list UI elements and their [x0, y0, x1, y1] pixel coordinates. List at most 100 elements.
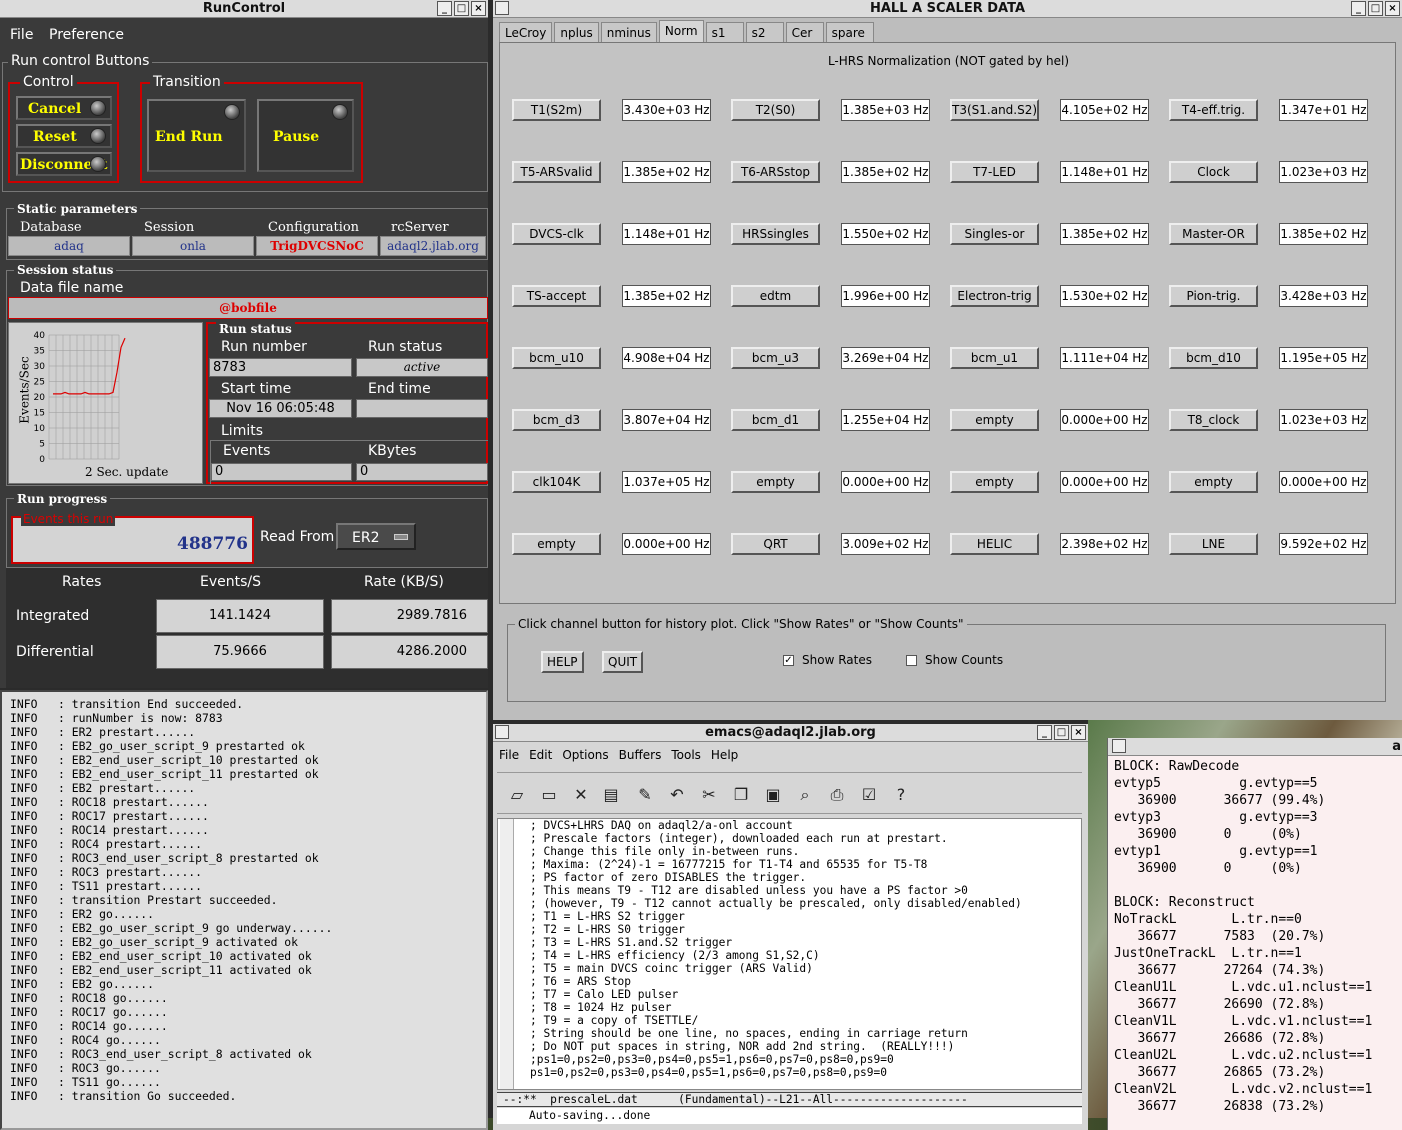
close-button[interactable]: ×	[1071, 725, 1086, 740]
channel-rate-value: 1.037e+05 Hz	[622, 471, 711, 493]
channel-button[interactable]: HRSsingles	[731, 223, 820, 245]
channel-button[interactable]: bcm_d10	[1169, 347, 1258, 369]
channel-button[interactable]: HELIC	[950, 533, 1039, 555]
session-value: onla	[132, 236, 254, 256]
read-from-select[interactable]: ER2	[336, 523, 416, 550]
channel-button[interactable]: bcm_d1	[731, 409, 820, 431]
kbytes-limit-input[interactable]: 0	[356, 463, 488, 481]
maximize-button[interactable]: □	[454, 1, 469, 16]
channel-button[interactable]: T6-ARSstop	[731, 161, 820, 183]
tab-cer[interactable]: Cer	[785, 22, 824, 42]
window-menu-icon[interactable]	[1112, 739, 1126, 753]
channel-button[interactable]: empty	[731, 471, 820, 493]
channel-button[interactable]: TS-accept	[512, 285, 601, 307]
channel-button[interactable]: T5-ARSvalid	[512, 161, 601, 183]
maximize-button[interactable]: □	[1054, 725, 1069, 740]
menu-options[interactable]: Options	[562, 748, 608, 762]
channel-button[interactable]: empty	[950, 409, 1039, 431]
log-pane[interactable]: INFO : transition End succeeded. INFO : r…	[0, 690, 488, 1130]
channel-button[interactable]: T4-eff.trig.	[1169, 99, 1258, 121]
show-rates-checkbox[interactable]: ✓	[783, 655, 794, 666]
log-line: INFO : EB2_go_user_script_9 go underway.…	[10, 921, 333, 935]
channel-rate-value: 3.009e+02 Hz	[841, 533, 930, 555]
open-folder-icon[interactable]: ▭	[539, 785, 559, 805]
disconnect-button[interactable]: Disconnect	[16, 152, 112, 176]
emacs-minibuffer[interactable]: Auto-saving...done	[497, 1108, 1082, 1124]
channel-button[interactable]: bcm_u3	[731, 347, 820, 369]
channel-button[interactable]: Electron-trig	[950, 285, 1039, 307]
help-button[interactable]: HELP	[541, 651, 584, 673]
channel-button[interactable]: QRT	[731, 533, 820, 555]
new-file-icon[interactable]: ▱	[507, 785, 527, 805]
channel-button[interactable]: Master-OR	[1169, 223, 1258, 245]
scaler-titlebar[interactable]: HALL A SCALER DATA _ □ ×	[493, 0, 1402, 18]
menu-tools[interactable]: Tools	[671, 748, 701, 762]
channel-button[interactable]: T7-LED	[950, 161, 1039, 183]
save-as-icon[interactable]: ✎	[635, 785, 655, 805]
search-icon[interactable]: ⌕	[795, 785, 815, 805]
tab-spare[interactable]: spare	[825, 22, 874, 42]
paste-icon[interactable]: ▣	[763, 785, 783, 805]
tab-s1[interactable]: s1	[705, 22, 744, 42]
tab-nminus[interactable]: nminus	[600, 22, 657, 42]
channel-button[interactable]: empty	[950, 471, 1039, 493]
channel-button[interactable]: clk104K	[512, 471, 601, 493]
tab-norm[interactable]: Norm	[658, 20, 704, 42]
close-icon[interactable]: ✕	[571, 785, 591, 805]
knob-icon	[90, 128, 106, 144]
runcontrol-titlebar[interactable]: RunControl _ □ ×	[0, 0, 488, 18]
menu-file[interactable]: File	[499, 748, 519, 762]
minimize-button[interactable]: _	[437, 1, 452, 16]
maximize-button[interactable]: □	[1368, 1, 1383, 16]
channel-button[interactable]: bcm_u10	[512, 347, 601, 369]
menu-help[interactable]: Help	[711, 748, 738, 762]
preferences-icon[interactable]: ☑	[859, 785, 879, 805]
channel-button[interactable]: DVCS-clk	[512, 223, 601, 245]
channel-button[interactable]: Singles-or	[950, 223, 1039, 245]
menu-file[interactable]: File	[10, 27, 33, 43]
tab-s2[interactable]: s2	[745, 22, 784, 42]
emacs-titlebar[interactable]: emacs@adaql2.jlab.org _ □ ×	[493, 724, 1088, 742]
end-run-button[interactable]: End Run	[147, 99, 246, 172]
tab-nplus[interactable]: nplus	[554, 22, 599, 42]
channel-button[interactable]: T1(S2m)	[512, 99, 601, 121]
channel-button[interactable]: Pion-trig.	[1169, 285, 1258, 307]
cut-icon[interactable]: ✂	[699, 785, 719, 805]
emacs-buffer[interactable]: ; DVCS+LHRS DAQ on adaql2/a-onl account;…	[497, 818, 1082, 1090]
channel-button[interactable]: T8_clock	[1169, 409, 1258, 431]
menu-edit[interactable]: Edit	[529, 748, 552, 762]
minimize-button[interactable]: _	[1351, 1, 1366, 16]
channel-button[interactable]: bcm_u1	[950, 347, 1039, 369]
window-menu-icon[interactable]	[495, 725, 509, 739]
channel-button[interactable]: T2(S0)	[731, 99, 820, 121]
minimize-button[interactable]: _	[1037, 725, 1052, 740]
channel-rate-value: 1.385e+02 Hz	[622, 285, 711, 307]
window-menu-icon[interactable]	[495, 1, 509, 15]
channel-button[interactable]: bcm_d3	[512, 409, 601, 431]
channel-button[interactable]: edtm	[731, 285, 820, 307]
undo-icon[interactable]: ↶	[667, 785, 687, 805]
print-icon[interactable]: ⎙	[827, 785, 847, 805]
copy-icon[interactable]: ❐	[731, 785, 751, 805]
close-button[interactable]: ×	[1385, 1, 1400, 16]
channel-button[interactable]: T3(S1.and.S2)	[950, 99, 1039, 121]
pause-button[interactable]: Pause	[257, 99, 354, 172]
close-button[interactable]: ×	[471, 1, 486, 16]
save-icon[interactable]: ▤	[601, 785, 621, 805]
emacs-scrollbar[interactable]	[500, 819, 514, 1089]
menu-preference[interactable]: Preference	[49, 27, 124, 43]
help-icon[interactable]: ?	[891, 785, 911, 805]
tab-lecroy[interactable]: LeCroy	[499, 22, 553, 42]
analyzer-titlebar[interactable]: a	[1108, 738, 1402, 756]
menu-buffers[interactable]: Buffers	[619, 748, 662, 762]
scaler-panel: L-HRS Normalization (NOT gated by hel) T…	[499, 42, 1396, 604]
channel-button[interactable]: empty	[512, 533, 601, 555]
reset-button[interactable]: Reset	[16, 124, 112, 148]
events-limit-input[interactable]: 0	[211, 463, 352, 481]
cancel-button[interactable]: Cancel	[16, 96, 112, 120]
channel-button[interactable]: LNE	[1169, 533, 1258, 555]
channel-button[interactable]: Clock	[1169, 161, 1258, 183]
show-counts-checkbox[interactable]	[906, 655, 917, 666]
quit-button[interactable]: QUIT	[602, 651, 644, 673]
channel-button[interactable]: empty	[1169, 471, 1258, 493]
